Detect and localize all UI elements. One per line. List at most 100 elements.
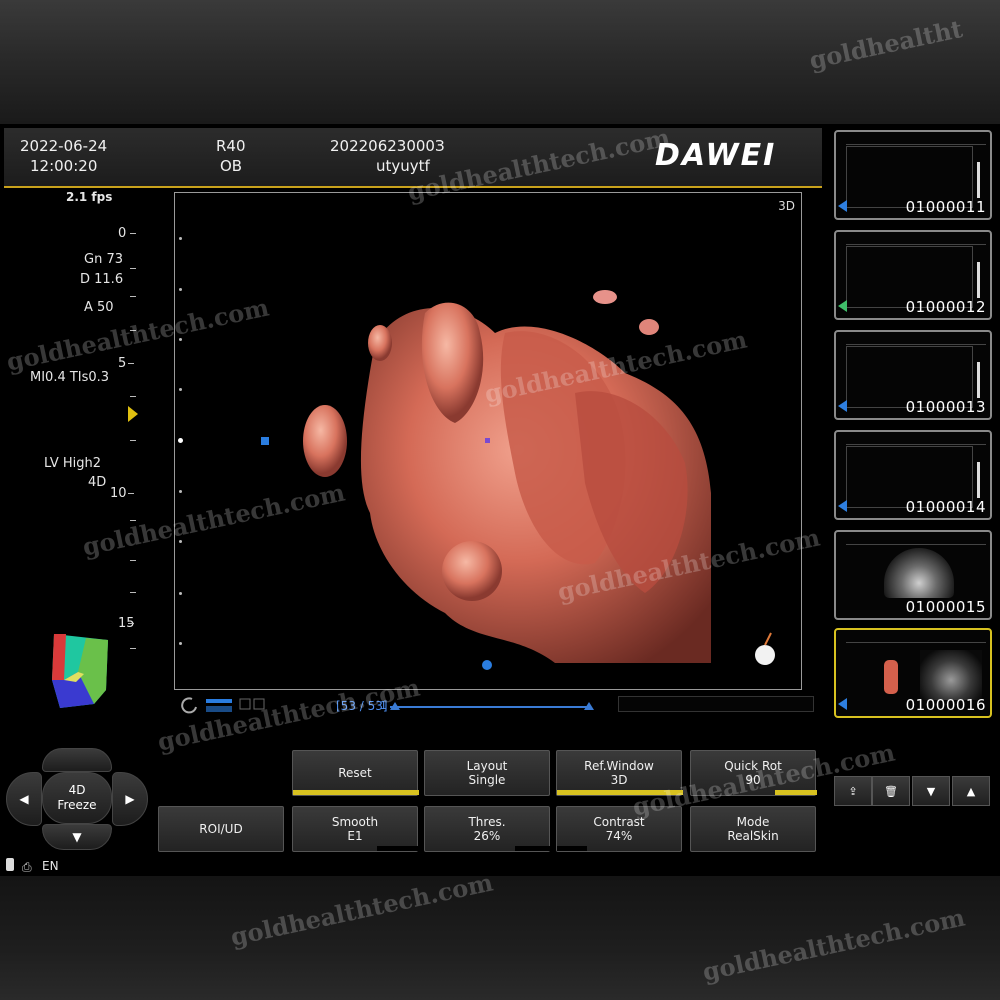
mode-readout: 4D: [88, 475, 107, 490]
reset-label: Reset: [338, 766, 372, 780]
depth-tick: [130, 560, 136, 561]
thumbnail-scale: [977, 162, 980, 198]
brand-logo: DAWEI: [655, 138, 777, 173]
depth-scale-10: 10: [110, 486, 127, 501]
thumbnail-header: [846, 336, 986, 345]
threshold-indicator: [515, 846, 551, 851]
depth-tick: [130, 592, 136, 593]
cine-scroll-track[interactable]: [390, 706, 590, 708]
rotate-icon: [181, 697, 197, 714]
chevron-right-icon: ▶: [125, 792, 135, 806]
smooth-button[interactable]: Smooth E1: [292, 806, 419, 852]
language-indicator: EN: [42, 859, 59, 873]
scroll-down-button[interactable]: ▼: [912, 776, 950, 806]
smooth-label: Smooth: [331, 815, 379, 829]
depth-tick: [128, 363, 134, 364]
patient-name: utyuytf: [376, 157, 430, 175]
probe-label: R40: [216, 137, 246, 155]
thumbnail-6[interactable]: 01000016: [834, 628, 992, 718]
thumbnail-header: [846, 436, 986, 445]
render-mode-value: RealSkin: [727, 829, 779, 843]
layout-value: Single: [468, 773, 506, 787]
thumbnail-1[interactable]: 01000011: [834, 130, 992, 220]
export-button[interactable]: ⇪: [834, 776, 872, 806]
chevron-down-icon: ▼: [72, 830, 82, 844]
chevron-down-icon: ▼: [926, 784, 936, 798]
cine-end-handle[interactable]: [584, 702, 594, 710]
roi-ud-label: ROI/UD: [199, 822, 243, 836]
layout-label: Layout: [466, 759, 508, 773]
pad-up-button[interactable]: [42, 748, 112, 772]
exam-type: OB: [220, 157, 243, 175]
depth-scale-5: 5: [118, 356, 127, 371]
thumbnail-play-icon: [838, 200, 847, 212]
thumbnail-play-icon: [838, 500, 847, 512]
thumbnail-label: 01000011: [905, 198, 986, 216]
exam-time: 12:00:20: [30, 157, 98, 175]
depth-scale-0: 0: [118, 226, 127, 241]
thumbnail-4[interactable]: 01000014: [834, 430, 992, 520]
delete-button[interactable]: 🗑: [872, 776, 910, 806]
depth-tick: [130, 440, 136, 441]
center-dot: [178, 438, 183, 443]
thumbnail-scale: [977, 462, 980, 498]
layout-button[interactable]: Layout Single: [424, 750, 550, 796]
thumbnail-header: [846, 236, 986, 245]
thumbnail-play-icon: [838, 400, 847, 412]
reset-indicator: [293, 790, 419, 795]
reset-button[interactable]: Reset: [292, 750, 419, 796]
thumbnail-5[interactable]: 01000015: [834, 530, 992, 620]
export-icon: ⇪: [848, 784, 858, 798]
pad-left-button[interactable]: ◀: [6, 772, 42, 826]
trash-icon: 🗑: [884, 784, 898, 798]
usb-storage-icon: [6, 858, 14, 871]
scale-dot: [179, 592, 182, 595]
smooth-value: E1: [347, 829, 363, 843]
status-message-bar: [618, 696, 814, 712]
exam-date: 2022-06-24: [20, 137, 108, 155]
frame-rate: 2.1 fps: [66, 190, 113, 204]
contrast-value: 74%: [605, 829, 633, 843]
printer-icon: ⎙: [22, 860, 32, 874]
scale-dot: [179, 388, 182, 391]
ref-window-value: 3D: [610, 773, 628, 787]
thumbnail-play-icon: [838, 698, 847, 710]
depth-tick: [130, 296, 136, 297]
focus-marker-icon[interactable]: [128, 406, 138, 422]
ref-window-label: Ref.Window: [584, 759, 654, 773]
scale-dot: [179, 288, 182, 291]
freeze-mode-label: 4D: [68, 783, 86, 797]
pad-right-button[interactable]: ▶: [112, 772, 148, 826]
thumbnail-color-icon: [838, 300, 847, 312]
threshold-value: 26%: [473, 829, 501, 843]
thumbnail-scale: [977, 262, 980, 298]
orientation-cube-icon[interactable]: [48, 630, 114, 710]
thumbnail-2[interactable]: 01000012: [834, 230, 992, 320]
thumbnail-label: 01000012: [905, 298, 986, 316]
scroll-up-button[interactable]: ▲: [952, 776, 990, 806]
chevron-up-icon: ▲: [966, 784, 976, 798]
pad-down-button[interactable]: ▼: [42, 824, 112, 850]
depth-tick: [130, 396, 136, 397]
scale-dot: [179, 490, 182, 493]
thumbnail-bmode-image: [920, 650, 982, 700]
thumbnail-3[interactable]: 01000013: [834, 330, 992, 420]
depth-tick: [130, 268, 136, 269]
mi-tis-readout: MI0.4 TIs0.3: [30, 370, 110, 385]
3d-render-surface: [261, 290, 775, 670]
threshold-label: Thres.: [468, 815, 506, 829]
depth-tick: [128, 493, 134, 494]
threshold-button[interactable]: Thres. 26%: [424, 806, 551, 852]
contrast-label: Contrast: [593, 815, 645, 829]
chevron-left-icon: ◀: [19, 792, 29, 806]
thumbnail-scale: [977, 362, 980, 398]
depth-tick: [128, 623, 134, 624]
thumbnail-label: 01000013: [905, 398, 986, 416]
scale-dot: [179, 642, 182, 645]
navigation-pad: ▼ ◀ ▶ 4D Freeze: [4, 746, 148, 850]
lv-readout: LV High2: [44, 456, 101, 471]
image-viewport[interactable]: 3D: [174, 192, 802, 690]
roi-ud-button[interactable]: ROI/UD: [158, 806, 284, 852]
freeze-button[interactable]: 4D Freeze: [42, 772, 112, 824]
render-mode-button[interactable]: Mode RealSkin: [690, 806, 816, 852]
